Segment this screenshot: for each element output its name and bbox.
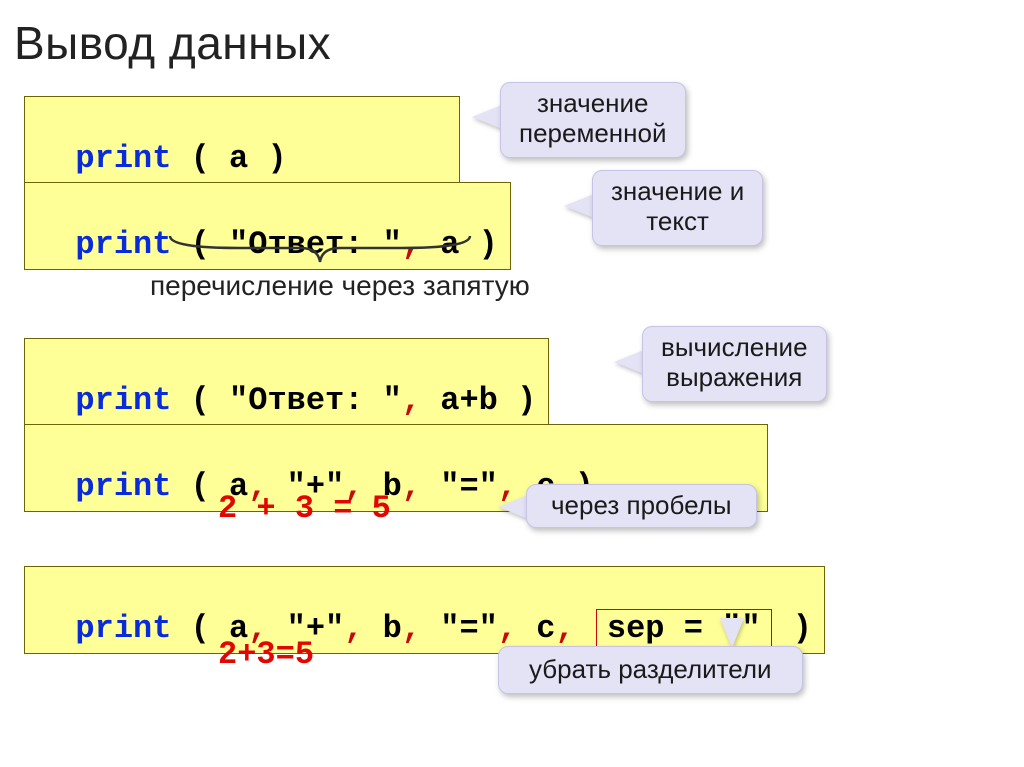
code-rest: ( a ) xyxy=(171,140,286,177)
callout-1: значениепеременной xyxy=(500,82,686,158)
callout-pointer-3 xyxy=(614,350,644,374)
keyword-print: print xyxy=(75,140,171,177)
code-rest: a+b ) xyxy=(421,382,536,419)
slide-title: Вывод данных xyxy=(14,16,331,70)
code-box-3: print ( "Ответ: ", a+b ) xyxy=(24,338,549,426)
code-string: "Ответ: " xyxy=(229,382,402,419)
code-punct: ( xyxy=(171,382,229,419)
curly-brace-icon xyxy=(160,232,480,272)
callout-pointer-1 xyxy=(472,105,502,129)
output-1: 2 + 3 = 5 xyxy=(218,490,391,527)
sep-highlight-box: sep = "" xyxy=(596,609,772,648)
callout-pointer-2 xyxy=(564,194,594,218)
code-box-5: print ( a, "+", b, "=", c, sep = "" ) xyxy=(24,566,825,654)
callout-pointer-4 xyxy=(498,495,528,519)
keyword-print: print xyxy=(75,226,171,263)
output-2: 2+3=5 xyxy=(218,636,314,673)
callout-pointer-5 xyxy=(720,618,744,648)
keyword-print: print xyxy=(75,610,171,647)
code-box-1: print ( a ) xyxy=(24,96,460,184)
callout-2: значение итекст xyxy=(592,170,763,246)
note-enumeration: перечисление через запятую xyxy=(150,270,530,302)
callout-3: вычислениевыражения xyxy=(642,326,827,402)
callout-4: через пробелы xyxy=(526,484,757,528)
keyword-print: print xyxy=(75,382,171,419)
callout-5: убрать разделители xyxy=(498,646,803,694)
code-comma: , xyxy=(402,382,421,419)
keyword-print: print xyxy=(75,468,171,505)
